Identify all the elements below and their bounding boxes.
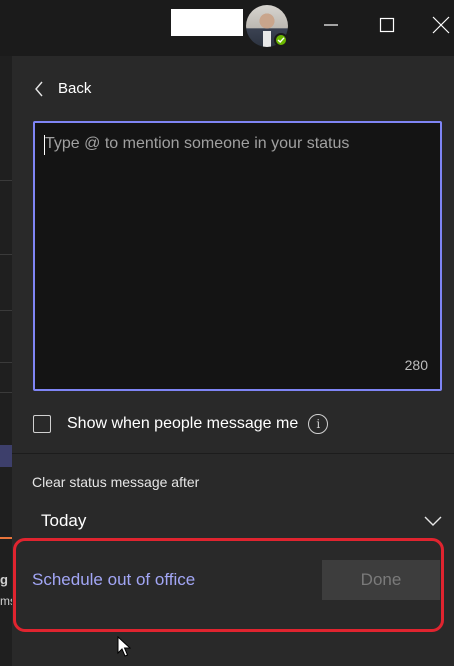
title-bar [0,0,454,56]
chevron-down-icon [424,516,442,526]
divider [0,310,12,311]
status-message-panel: Back Type @ to mention someone in your s… [12,56,454,666]
back-label: Back [58,80,92,97]
partial-text: g [0,572,8,587]
minimize-icon[interactable] [316,8,346,42]
character-counter: 280 [404,357,428,373]
chevron-left-icon [35,81,43,96]
section-divider [12,453,454,454]
show-when-message-label[interactable]: Show when people message me [67,415,298,433]
orange-marker [0,537,12,539]
close-icon[interactable] [426,8,454,42]
avatar-shirt [263,31,271,47]
divider [0,362,12,363]
back-button[interactable]: Back [34,80,91,97]
divider [0,180,12,181]
clear-after-value: Today [41,511,87,530]
schedule-out-of-office-link[interactable]: Schedule out of office [32,570,195,590]
done-button[interactable]: Done [322,560,440,600]
status-message-placeholder: Type @ to mention someone in your status [45,135,350,152]
show-when-message-row: Show when people message me i [33,414,329,434]
maximize-icon[interactable] [372,8,402,42]
background-app: g ms [0,56,16,666]
status-message-input[interactable]: Type @ to mention someone in your status… [33,121,442,391]
redacted-name [171,9,243,36]
divider [0,254,12,255]
show-when-message-checkbox[interactable] [33,415,51,433]
mouse-cursor-icon [117,636,131,657]
info-icon[interactable]: i [308,414,329,434]
clear-after-label: Clear status message after [32,474,200,490]
clear-after-dropdown[interactable]: Today [32,504,442,538]
selected-row-accent [0,445,12,467]
divider [0,392,12,393]
presence-available-icon [274,33,288,47]
